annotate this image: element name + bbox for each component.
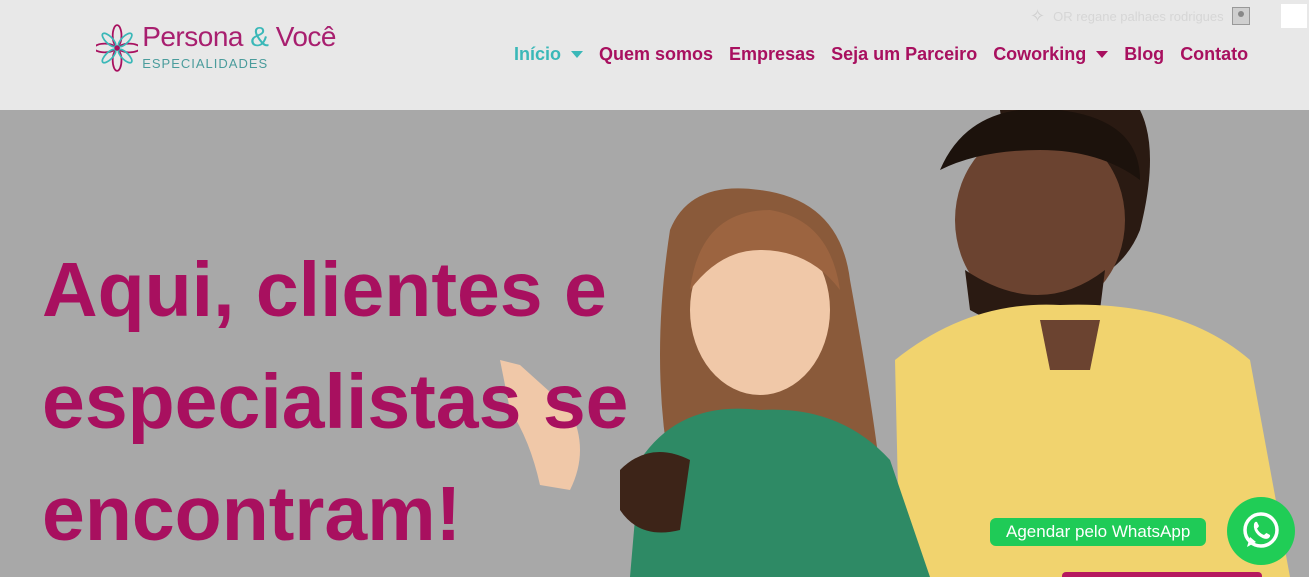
hero-line-1: Aqui, clientes e [42,247,607,333]
nav-item-coworking[interactable]: Coworking [993,44,1109,65]
nav-item-empresas[interactable]: Empresas [729,44,815,65]
topbar-blank-box [1281,4,1307,28]
brand-name-amp: & [242,21,276,52]
flower-logo-icon [96,24,139,72]
brand-name-part2: Você [275,21,337,52]
site-header: Persona & Você ESPECIALIDADES ✧ OR regan… [0,0,1309,110]
hero-headline: Aqui, clientes e especialistas se encont… [42,234,642,570]
nav-item-label: Contato [1180,44,1249,64]
main-nav: Início Quem somos Empresas Seja um Parce… [514,44,1248,65]
user-avatar-icon[interactable] [1231,7,1250,25]
brand-text: Persona & Você ESPECIALIDADES [142,20,336,71]
nav-item-blog[interactable]: Blog [1124,44,1164,65]
whatsapp-label[interactable]: Agendar pelo WhatsApp [990,518,1207,546]
brand-logo[interactable]: Persona & Você ESPECIALIDADES [96,18,337,80]
user-name[interactable]: OR regane palhaes rodrigues [1053,9,1224,24]
chevron-down-icon [1096,51,1109,58]
nav-item-label: Início [514,44,562,64]
hero-line-3: encontram! [42,471,462,557]
nav-item-contato[interactable]: Contato [1180,44,1248,65]
hero-line-2: especialistas se [42,359,629,445]
nav-item-label: Empresas [729,44,816,64]
user-topbar: ✧ OR regane palhaes rodrigues [1030,4,1250,28]
nav-item-label: Blog [1124,44,1165,64]
nav-item-quem-somos[interactable]: Quem somos [599,44,713,65]
cta-button-edge[interactable] [1062,572,1262,577]
sparkle-icon[interactable]: ✧ [1030,6,1045,27]
whatsapp-button[interactable] [1227,497,1295,565]
nav-item-label: Coworking [993,44,1087,64]
brand-name-part1: Persona [142,21,243,52]
whatsapp-icon [1243,512,1279,548]
nav-item-seja-parceiro[interactable]: Seja um Parceiro [831,44,977,65]
brand-subtitle: ESPECIALIDADES [142,56,269,71]
chevron-down-icon [571,51,584,58]
nav-item-label: Seja um Parceiro [831,44,978,64]
nav-item-label: Quem somos [599,44,714,64]
brand-name: Persona & Você [142,20,336,54]
nav-item-inicio[interactable]: Início [514,44,584,65]
